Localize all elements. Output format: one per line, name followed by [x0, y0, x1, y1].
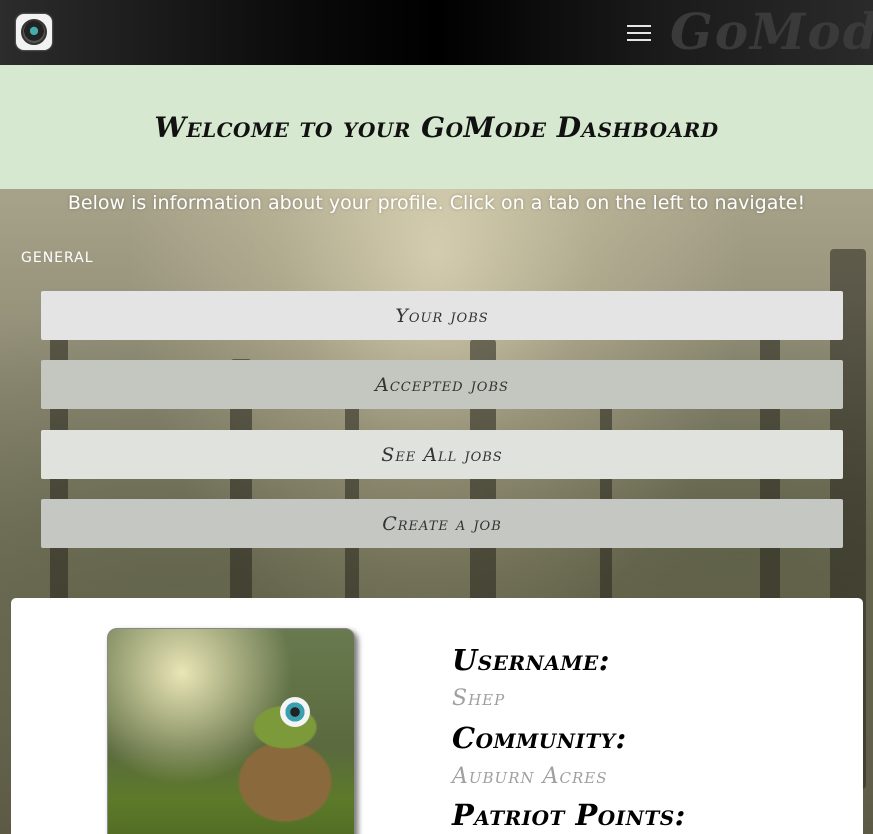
monster-eye-icon	[280, 697, 310, 727]
top-navbar: GoMode	[0, 0, 873, 65]
username-value: Shep	[452, 686, 506, 711]
username-label: Username:	[452, 643, 610, 677]
page-title: Welcome to your GoMode Dashboard	[154, 110, 719, 144]
dashboard-subtitle: Below is information about your profile.…	[67, 192, 806, 214]
see-all-jobs-button[interactable]: See All jobs	[41, 430, 843, 479]
welcome-banner: Welcome to your GoMode Dashboard	[0, 65, 873, 189]
patriot-points-label: Patriot Points:	[452, 798, 686, 832]
section-label-general: GENERAL	[21, 250, 94, 266]
community-value: Auburn Acres	[452, 764, 608, 789]
brand-watermark: GoMode	[670, 2, 873, 61]
accepted-jobs-button[interactable]: Accepted jobs	[41, 360, 843, 409]
your-jobs-button[interactable]: Your jobs	[41, 291, 843, 340]
app-logo[interactable]	[16, 14, 52, 50]
logo-emblem-icon	[21, 19, 47, 45]
profile-avatar	[107, 628, 355, 834]
create-job-button[interactable]: Create a job	[41, 499, 843, 548]
community-label: Community:	[452, 721, 627, 755]
hamburger-menu-icon[interactable]	[627, 22, 651, 42]
